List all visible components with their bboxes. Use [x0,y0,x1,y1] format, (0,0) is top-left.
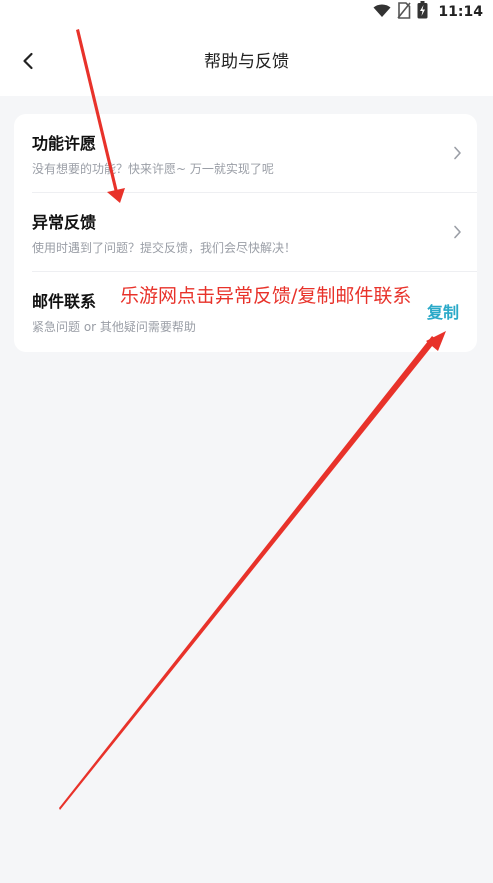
nav-bar: 帮助与反馈 [0,25,493,96]
menu-item-description: 使用时遇到了问题？提交反馈，我们会尽快解决！ [32,241,297,255]
status-time: 11:14 [438,4,483,20]
status-icons: 11:14 [373,1,483,23]
menu-item-description: 紧急问题 or 其他疑问需要帮助 [32,320,196,334]
menu-item-title: 邮件联系 [32,292,97,311]
status-bar: 11:14 [0,0,493,25]
annotation-text: 乐游网点击异常反馈/复制邮件联系 [120,285,412,307]
battery-charging-icon [417,1,428,23]
chevron-right-icon [454,146,461,160]
menu-item-title: 功能许愿 [32,134,97,153]
help-menu-card: 功能许愿 没有想要的功能？快来许愿~ 万一就实现了呢 异常反馈 使用时遇到了问题… [14,114,477,352]
chevron-right-icon [454,225,461,239]
annotation-arrow-up [59,336,437,810]
menu-item-feature-wish[interactable]: 功能许愿 没有想要的功能？快来许愿~ 万一就实现了呢 [14,114,477,193]
copy-button[interactable]: 复制 [427,299,459,323]
page-title: 帮助与反馈 [204,52,289,72]
menu-item-bug-report[interactable]: 异常反馈 使用时遇到了问题？提交反馈，我们会尽快解决！ [14,193,477,272]
wifi-icon [373,3,391,22]
no-sim-icon [397,1,412,23]
menu-item-title: 异常反馈 [32,213,97,232]
menu-item-description: 没有想要的功能？快来许愿~ 万一就实现了呢 [32,162,274,176]
